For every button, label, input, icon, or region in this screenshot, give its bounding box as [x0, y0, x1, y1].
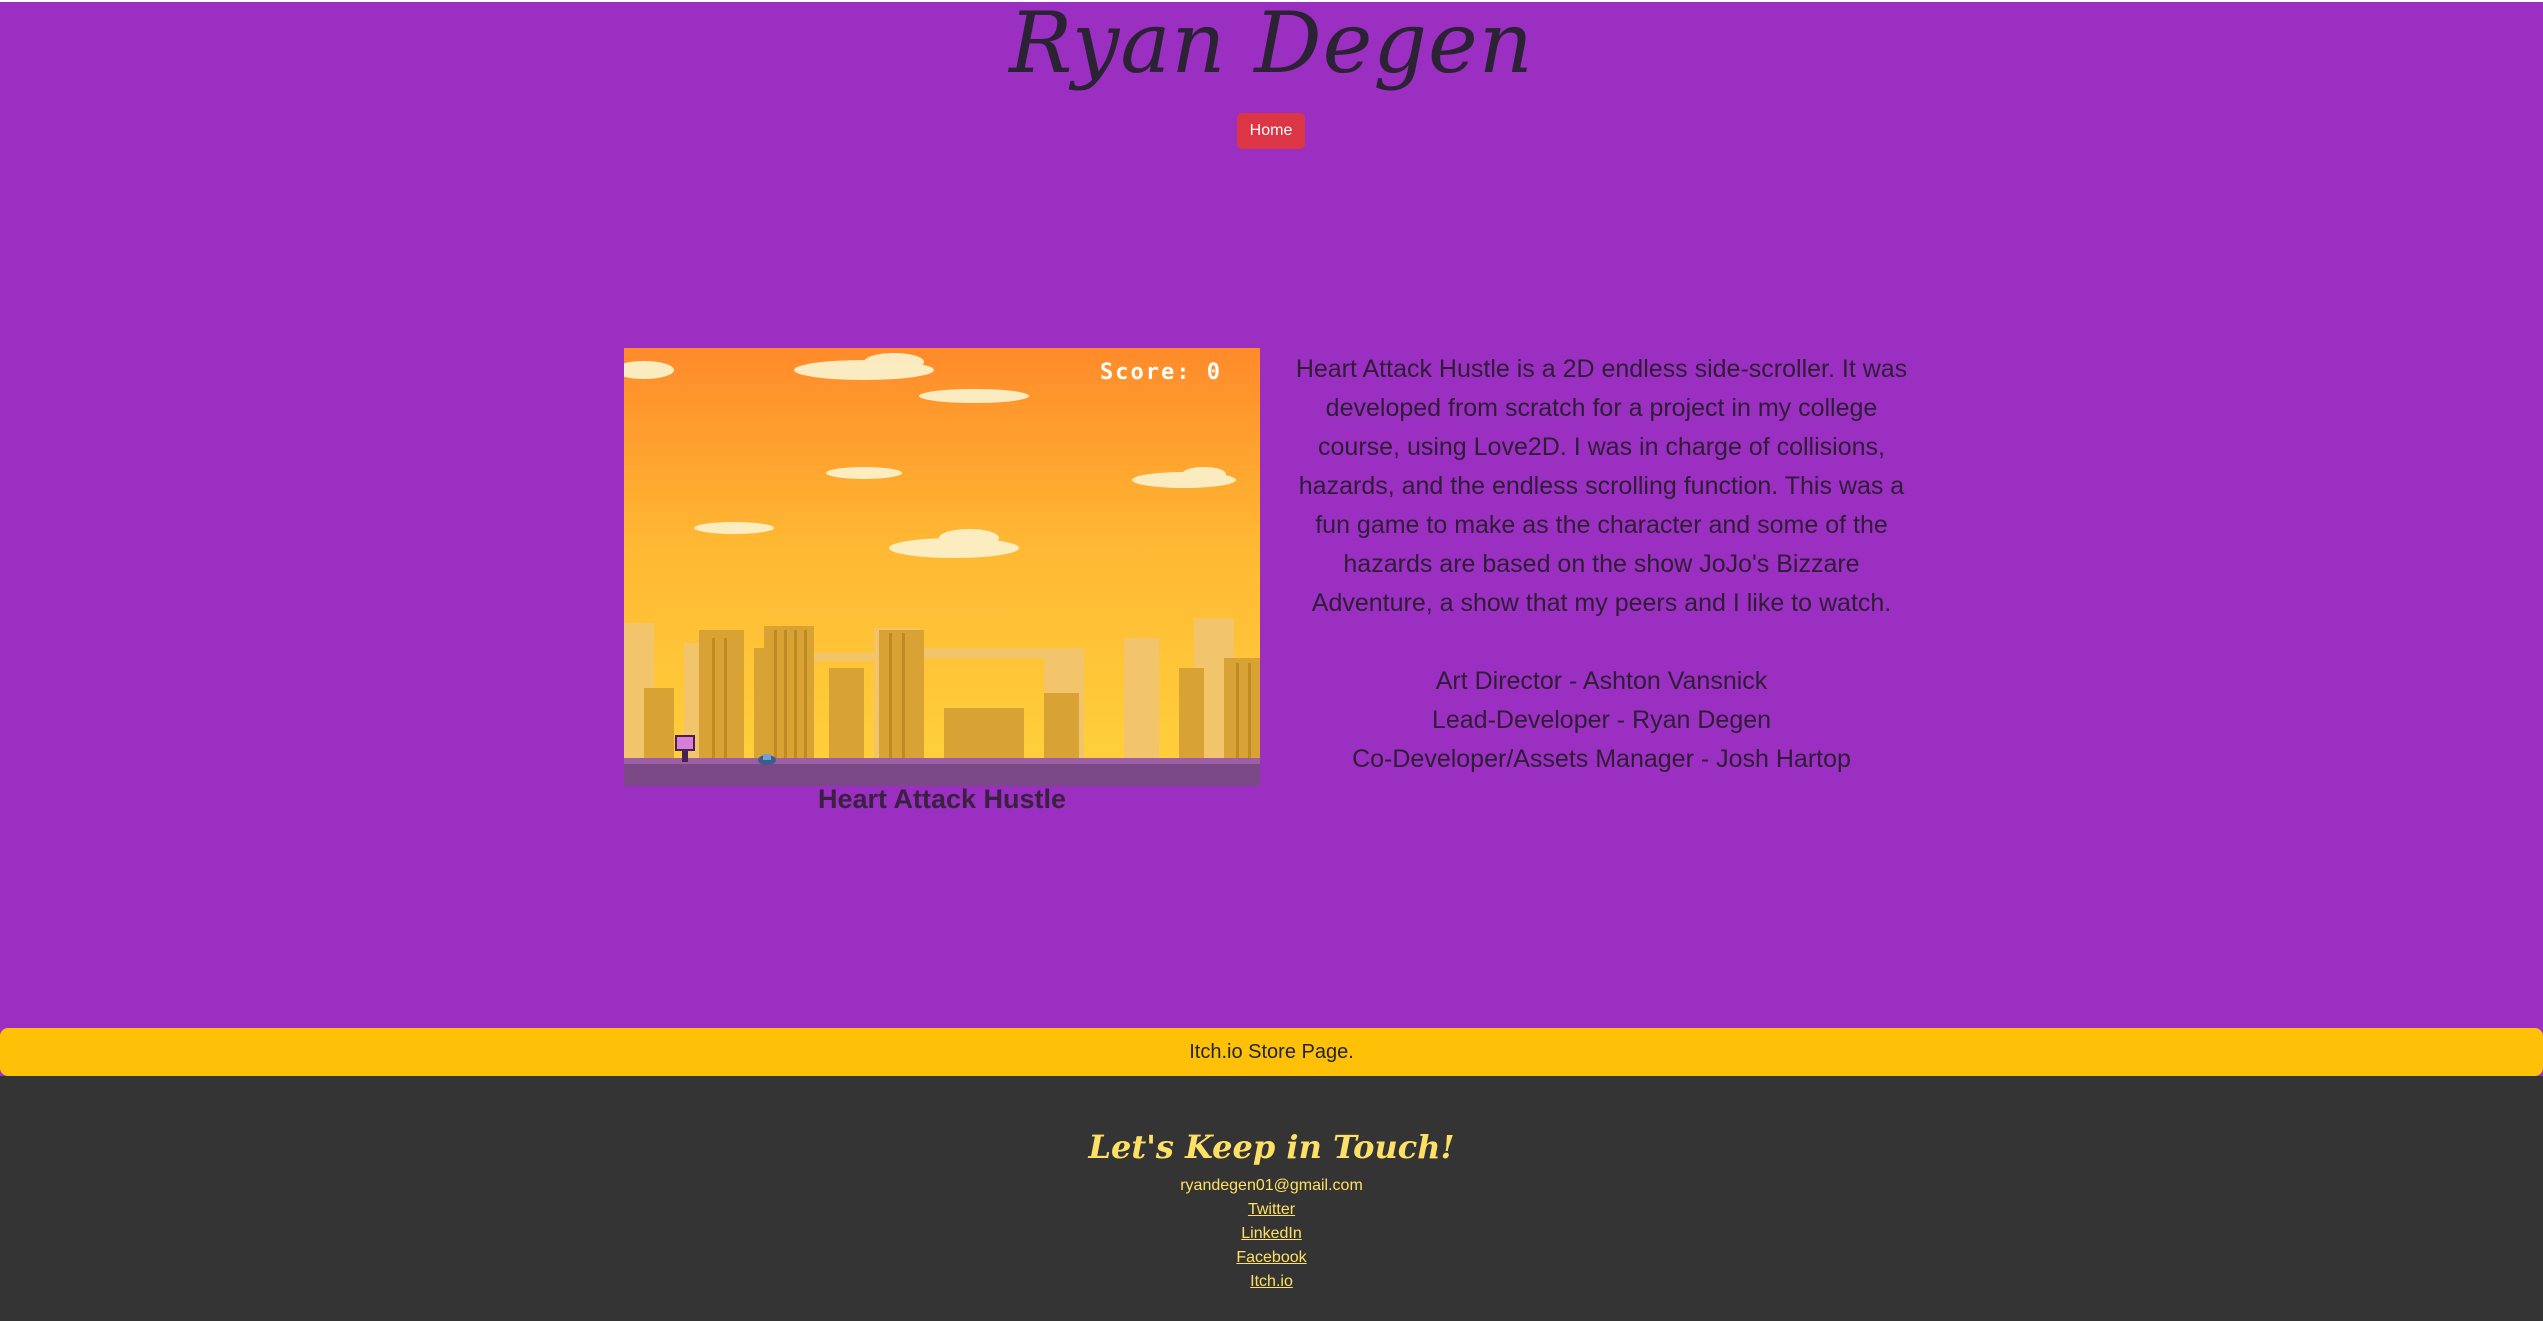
credit-lead-developer: Lead-Developer - Ryan Degen	[1431, 706, 1772, 734]
credit-art-director: Art Director - Ashton Vansnick	[1435, 667, 1768, 695]
footer-link-twitter[interactable]: Twitter	[1248, 1198, 1295, 1222]
footer-link-linkedin[interactable]: LinkedIn	[1241, 1222, 1302, 1246]
footer-contact-list: ryandegen01@gmail.com Twitter LinkedIn F…	[0, 1174, 2543, 1294]
credit-co-developer: Co-Developer/Assets Manager - Josh Harto…	[1352, 745, 1851, 773]
footer-email: ryandegen01@gmail.com	[1180, 1177, 1363, 1194]
footer-link-itchio[interactable]: Itch.io	[1250, 1270, 1293, 1294]
project-description: Heart Attack Hustle is a 2D endless side…	[1295, 355, 1908, 617]
home-button[interactable]: Home	[1237, 113, 1305, 149]
itchio-store-link[interactable]: Itch.io Store Page.	[0, 1028, 2543, 1076]
site-title: Ryan Degen	[1009, 0, 1534, 92]
game-screenshot: Score: 0	[624, 348, 1260, 786]
score-display: Score: 0	[1100, 360, 1222, 385]
project-credits: Art Director - Ashton Vansnick Lead-Deve…	[1284, 662, 1919, 779]
site-header: Ryan Degen Home	[0, 0, 2543, 160]
footer-link-facebook[interactable]: Facebook	[1236, 1246, 1306, 1270]
footer-title: Let's Keep in Touch!	[1088, 1128, 1455, 1166]
project-caption: Heart Attack Hustle	[817, 784, 1067, 814]
footer: Let's Keep in Touch! ryandegen01@gmail.c…	[0, 1076, 2543, 1321]
game-scene-image	[624, 348, 1260, 786]
